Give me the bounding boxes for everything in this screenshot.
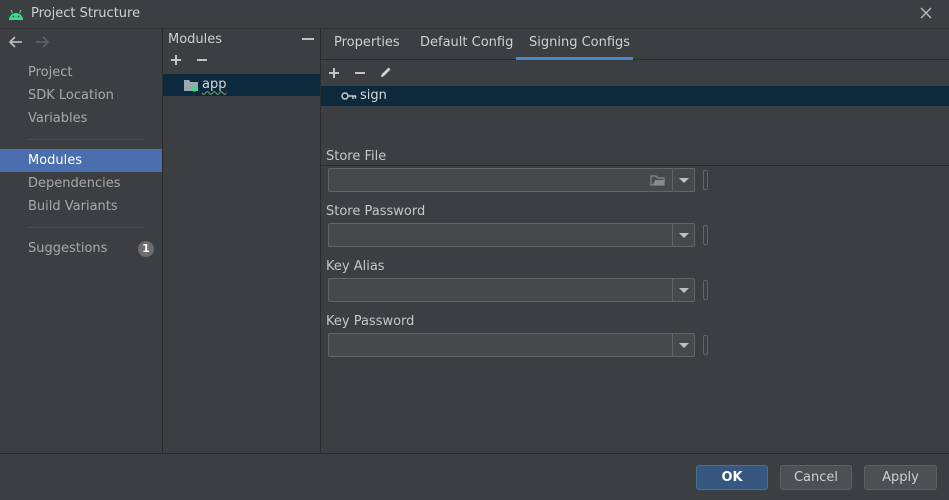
sidebar-item-sdk-location[interactable]: SDK Location: [0, 84, 162, 107]
android-icon: [9, 9, 23, 20]
store-password-label: Store Password: [326, 204, 426, 219]
store-file-label: Store File: [326, 149, 387, 164]
title-bar: Project Structure: [0, 0, 949, 29]
sidebar-item-label: Dependencies: [28, 176, 121, 191]
suggestions-count-badge: 1: [138, 241, 154, 257]
main-panel: Properties Default Config Signing Config…: [321, 29, 949, 453]
chevron-down-icon[interactable]: [672, 334, 694, 356]
ok-button[interactable]: OK: [696, 465, 768, 490]
field-side-handle[interactable]: [703, 335, 708, 355]
remove-module-icon[interactable]: [196, 54, 208, 66]
key-alias-label: Key Alias: [326, 259, 385, 274]
collapse-icon[interactable]: [302, 38, 314, 40]
tab-bar: Properties Default Config Signing Config…: [321, 29, 949, 60]
sidebar-item-label: Modules: [28, 153, 83, 168]
key-password-combo[interactable]: [328, 333, 695, 357]
key-alias-combo[interactable]: [328, 278, 695, 302]
module-label: app: [202, 77, 227, 92]
sidebar-item-build-variants[interactable]: Build Variants: [0, 195, 162, 218]
sidebar: Project SDK Location Variables Modules D…: [0, 29, 163, 453]
sidebar-item-label: Variables: [28, 111, 88, 126]
apply-button[interactable]: Apply: [864, 465, 937, 490]
module-folder-icon: [184, 80, 198, 92]
store-file-combo[interactable]: [328, 168, 695, 192]
list-item[interactable]: app: [163, 74, 320, 96]
sidebar-item-label: Suggestions: [28, 241, 108, 256]
remove-config-icon[interactable]: [354, 67, 366, 79]
forward-arrow-icon[interactable]: [34, 35, 50, 49]
modules-panel: Modules app: [163, 29, 321, 453]
chevron-down-icon[interactable]: [672, 224, 694, 246]
sidebar-item-suggestions[interactable]: Suggestions 1: [0, 237, 162, 260]
browse-folder-icon[interactable]: [650, 173, 666, 187]
close-icon[interactable]: [919, 6, 933, 20]
tab-properties[interactable]: Properties: [334, 35, 400, 50]
config-label: sign: [360, 88, 387, 103]
sidebar-divider: [28, 139, 145, 140]
tab-signing-configs[interactable]: Signing Configs: [529, 35, 630, 50]
chevron-down-icon[interactable]: [672, 169, 694, 191]
store-password-combo[interactable]: [328, 223, 695, 247]
sidebar-item-label: Build Variants: [28, 199, 118, 214]
signing-configs-list: sign: [321, 86, 949, 166]
signing-configs-toolbar: [321, 60, 949, 86]
list-item[interactable]: sign: [321, 86, 949, 106]
cancel-button[interactable]: Cancel: [780, 465, 852, 490]
sidebar-item-project[interactable]: Project: [0, 61, 162, 84]
key-icon: [341, 92, 357, 100]
sidebar-item-label: SDK Location: [28, 88, 114, 103]
key-password-label: Key Password: [326, 314, 415, 329]
field-side-handle[interactable]: [703, 280, 708, 300]
field-side-handle[interactable]: [703, 170, 708, 190]
back-arrow-icon[interactable]: [8, 35, 24, 49]
sidebar-item-dependencies[interactable]: Dependencies: [0, 172, 162, 195]
edit-pencil-icon[interactable]: [379, 65, 393, 79]
window-title: Project Structure: [31, 6, 141, 21]
sidebar-divider: [28, 227, 145, 228]
add-config-icon[interactable]: [328, 67, 340, 79]
modules-header: Modules: [168, 32, 223, 47]
sidebar-item-label: Project: [28, 65, 73, 80]
tab-default-config[interactable]: Default Config: [420, 35, 513, 50]
sidebar-item-modules[interactable]: Modules: [0, 149, 162, 172]
sidebar-item-variables[interactable]: Variables: [0, 107, 162, 130]
dialog-footer: OK Cancel Apply: [0, 453, 949, 500]
add-module-icon[interactable]: [170, 54, 182, 66]
modules-list: app: [163, 74, 320, 453]
field-side-handle[interactable]: [703, 225, 708, 245]
chevron-down-icon[interactable]: [672, 279, 694, 301]
